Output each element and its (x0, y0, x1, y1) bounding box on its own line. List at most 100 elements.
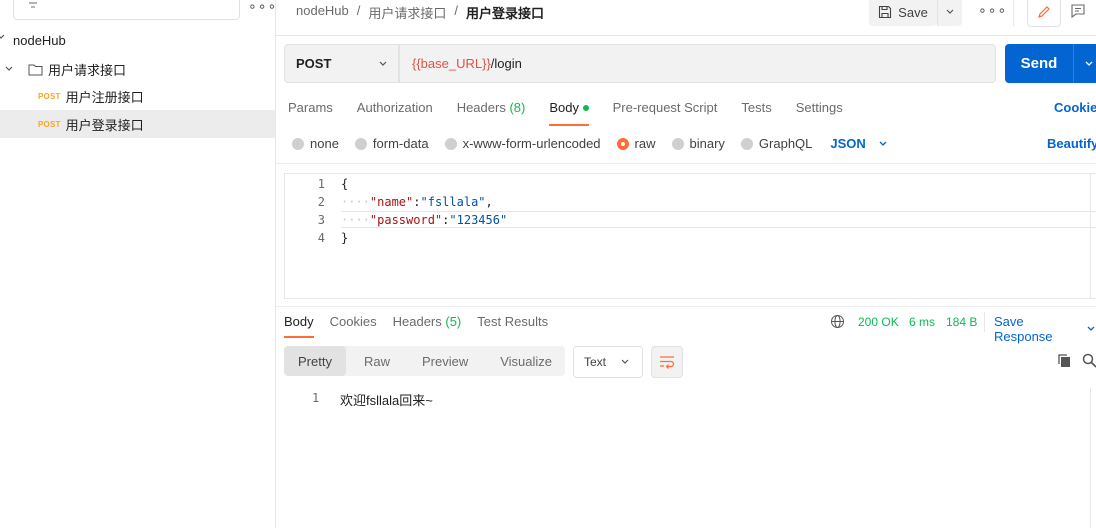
breadcrumb: nodeHub / 用户请求接口 / 用户登录接口 (296, 3, 544, 22)
editor-scrollbar[interactable] (1090, 174, 1091, 298)
radio-graphql[interactable]: GraphQL (740, 136, 813, 151)
view-tab-visualize[interactable]: Visualize (486, 346, 566, 376)
status-code[interactable]: 200 OK (858, 315, 899, 329)
sidebar-folder[interactable]: 用户请求接口 (0, 55, 275, 83)
radio-label: form-data (372, 136, 429, 151)
cookies-link[interactable]: Cookies (1054, 100, 1096, 115)
tab-settings[interactable]: Settings (796, 100, 843, 126)
radio-dot (616, 137, 629, 150)
wrap-lines-button[interactable] (651, 346, 683, 378)
line-number: 2 (317, 195, 325, 209)
tab-pre-request-script[interactable]: Pre-request Script (613, 100, 718, 126)
tab-authorization[interactable]: Authorization (357, 100, 433, 126)
json-key: "name" (369, 195, 414, 209)
raw-format-select[interactable]: JSON (830, 136, 887, 151)
url-variable: {{base_URL}} (412, 56, 491, 71)
comment-icon[interactable] (1070, 3, 1086, 22)
save-response-button[interactable]: Save Response (994, 314, 1096, 344)
sidebar-item-login[interactable]: POST 用户登录接口 (0, 110, 275, 138)
response-tab-body[interactable]: Body (284, 314, 314, 338)
radio-x-www-form-urlencoded[interactable]: x-www-form-urlencoded (444, 136, 601, 151)
view-tab-preview[interactable]: Preview (408, 346, 482, 376)
tab-tests[interactable]: Tests (741, 100, 771, 126)
brace: { (341, 177, 349, 191)
send-label: Send (1020, 55, 1058, 72)
line-number: 4 (317, 231, 325, 245)
save-button[interactable]: Save (869, 0, 937, 26)
breadcrumb-item[interactable]: 用户请求接口 (368, 3, 446, 22)
breadcrumb-current: 用户登录接口 (466, 6, 545, 21)
divider (984, 312, 985, 332)
chevron-down-icon (1084, 59, 1094, 69)
body-editor[interactable]: 1 2 3 4 { ····"name":"fsllala", ····"pas… (284, 173, 1096, 299)
sidebar-item-register[interactable]: POST 用户注册接口 (0, 82, 275, 110)
radio-form-data[interactable]: form-data (354, 136, 429, 151)
chevron-down-icon (1086, 324, 1096, 334)
edit-button[interactable] (1027, 0, 1061, 27)
response-scrollbar[interactable] (1090, 388, 1091, 528)
view-tab-raw[interactable]: Raw (350, 346, 404, 376)
radio-raw[interactable]: raw (616, 136, 656, 151)
radio-dot (671, 137, 684, 150)
response-body[interactable]: 1 欢迎fsllala回来~ (284, 386, 1090, 528)
request-label: 用户注册接口 (65, 89, 144, 105)
request-tabs: Params Authorization Headers (8) Body Pr… (288, 100, 867, 126)
view-label: Pretty (298, 353, 332, 369)
method-label: POST (296, 56, 332, 71)
tab-params[interactable]: Params (288, 100, 333, 126)
send-options-button[interactable] (1073, 44, 1096, 83)
response-tab-headers[interactable]: Headers (5) (393, 314, 462, 338)
copy-icon[interactable] (1057, 353, 1072, 371)
tab-label: Test Results (477, 314, 549, 329)
radio-none[interactable]: none (292, 136, 339, 151)
url-path: /login (490, 56, 522, 71)
response-size[interactable]: 184 B (946, 315, 977, 329)
filter-icon[interactable] (26, 0, 40, 13)
send-button[interactable]: Send (1005, 44, 1073, 83)
tab-label: Headers (392, 314, 442, 329)
tab-label: Body (549, 100, 579, 115)
url-input[interactable]: {{base_URL}}/login (399, 44, 996, 83)
tab-label: Tests (741, 100, 772, 115)
radio-dot (444, 137, 457, 150)
response-tabs: Body Cookies Headers (5) Test Results (284, 314, 564, 338)
tab-label: Params (288, 100, 333, 115)
save-icon (878, 5, 892, 19)
view-tab-pretty[interactable]: Pretty (284, 346, 346, 376)
chevron-down-icon (878, 139, 888, 149)
radio-binary[interactable]: binary (671, 136, 725, 151)
method-select[interactable]: POST (284, 44, 399, 83)
beautify-link[interactable]: Beautify (1047, 136, 1096, 151)
tab-headers[interactable]: Headers (8) (457, 100, 526, 126)
tab-label: Headers (456, 100, 506, 115)
sidebar-search-input[interactable] (13, 0, 240, 20)
radio-dot (740, 137, 753, 150)
response-format-select[interactable]: Text (573, 346, 643, 378)
response-tab-cookies[interactable]: Cookies (330, 314, 377, 338)
workspace-name[interactable]: nodeHub (13, 33, 66, 48)
line-number: 3 (317, 213, 325, 227)
tab-label: Cookies (329, 314, 377, 329)
line-number: 1 (312, 391, 320, 405)
more-options-icon[interactable]: ∘∘∘ (978, 2, 1007, 19)
response-time[interactable]: 6 ms (909, 315, 935, 329)
globe-icon[interactable] (830, 314, 845, 332)
folder-label: 用户请求接口 (48, 62, 127, 78)
code-line: ····"password":"123456" (341, 213, 508, 227)
response-tab-test-results[interactable]: Test Results (477, 314, 548, 338)
headers-count: (5) (445, 314, 462, 329)
breadcrumb-item[interactable]: nodeHub (296, 3, 349, 22)
radio-label: none (310, 136, 339, 151)
response-view-tabs: Pretty Raw Preview Visualize (284, 346, 565, 376)
chevron-down-icon[interactable] (0, 30, 6, 45)
radio-label: GraphQL (758, 136, 813, 151)
chevron-down-icon[interactable] (4, 64, 14, 74)
save-options-button[interactable] (937, 0, 962, 26)
sidebar-more-icon[interactable]: ∘∘∘ (248, 0, 277, 15)
search-icon[interactable] (1082, 353, 1096, 371)
chevron-down-icon (620, 357, 630, 367)
tab-body[interactable]: Body (549, 100, 589, 126)
save-response-label: Save Response (994, 314, 1053, 344)
view-label: Preview (421, 353, 469, 369)
code-line: ····"name":"fsllala", (341, 195, 493, 209)
